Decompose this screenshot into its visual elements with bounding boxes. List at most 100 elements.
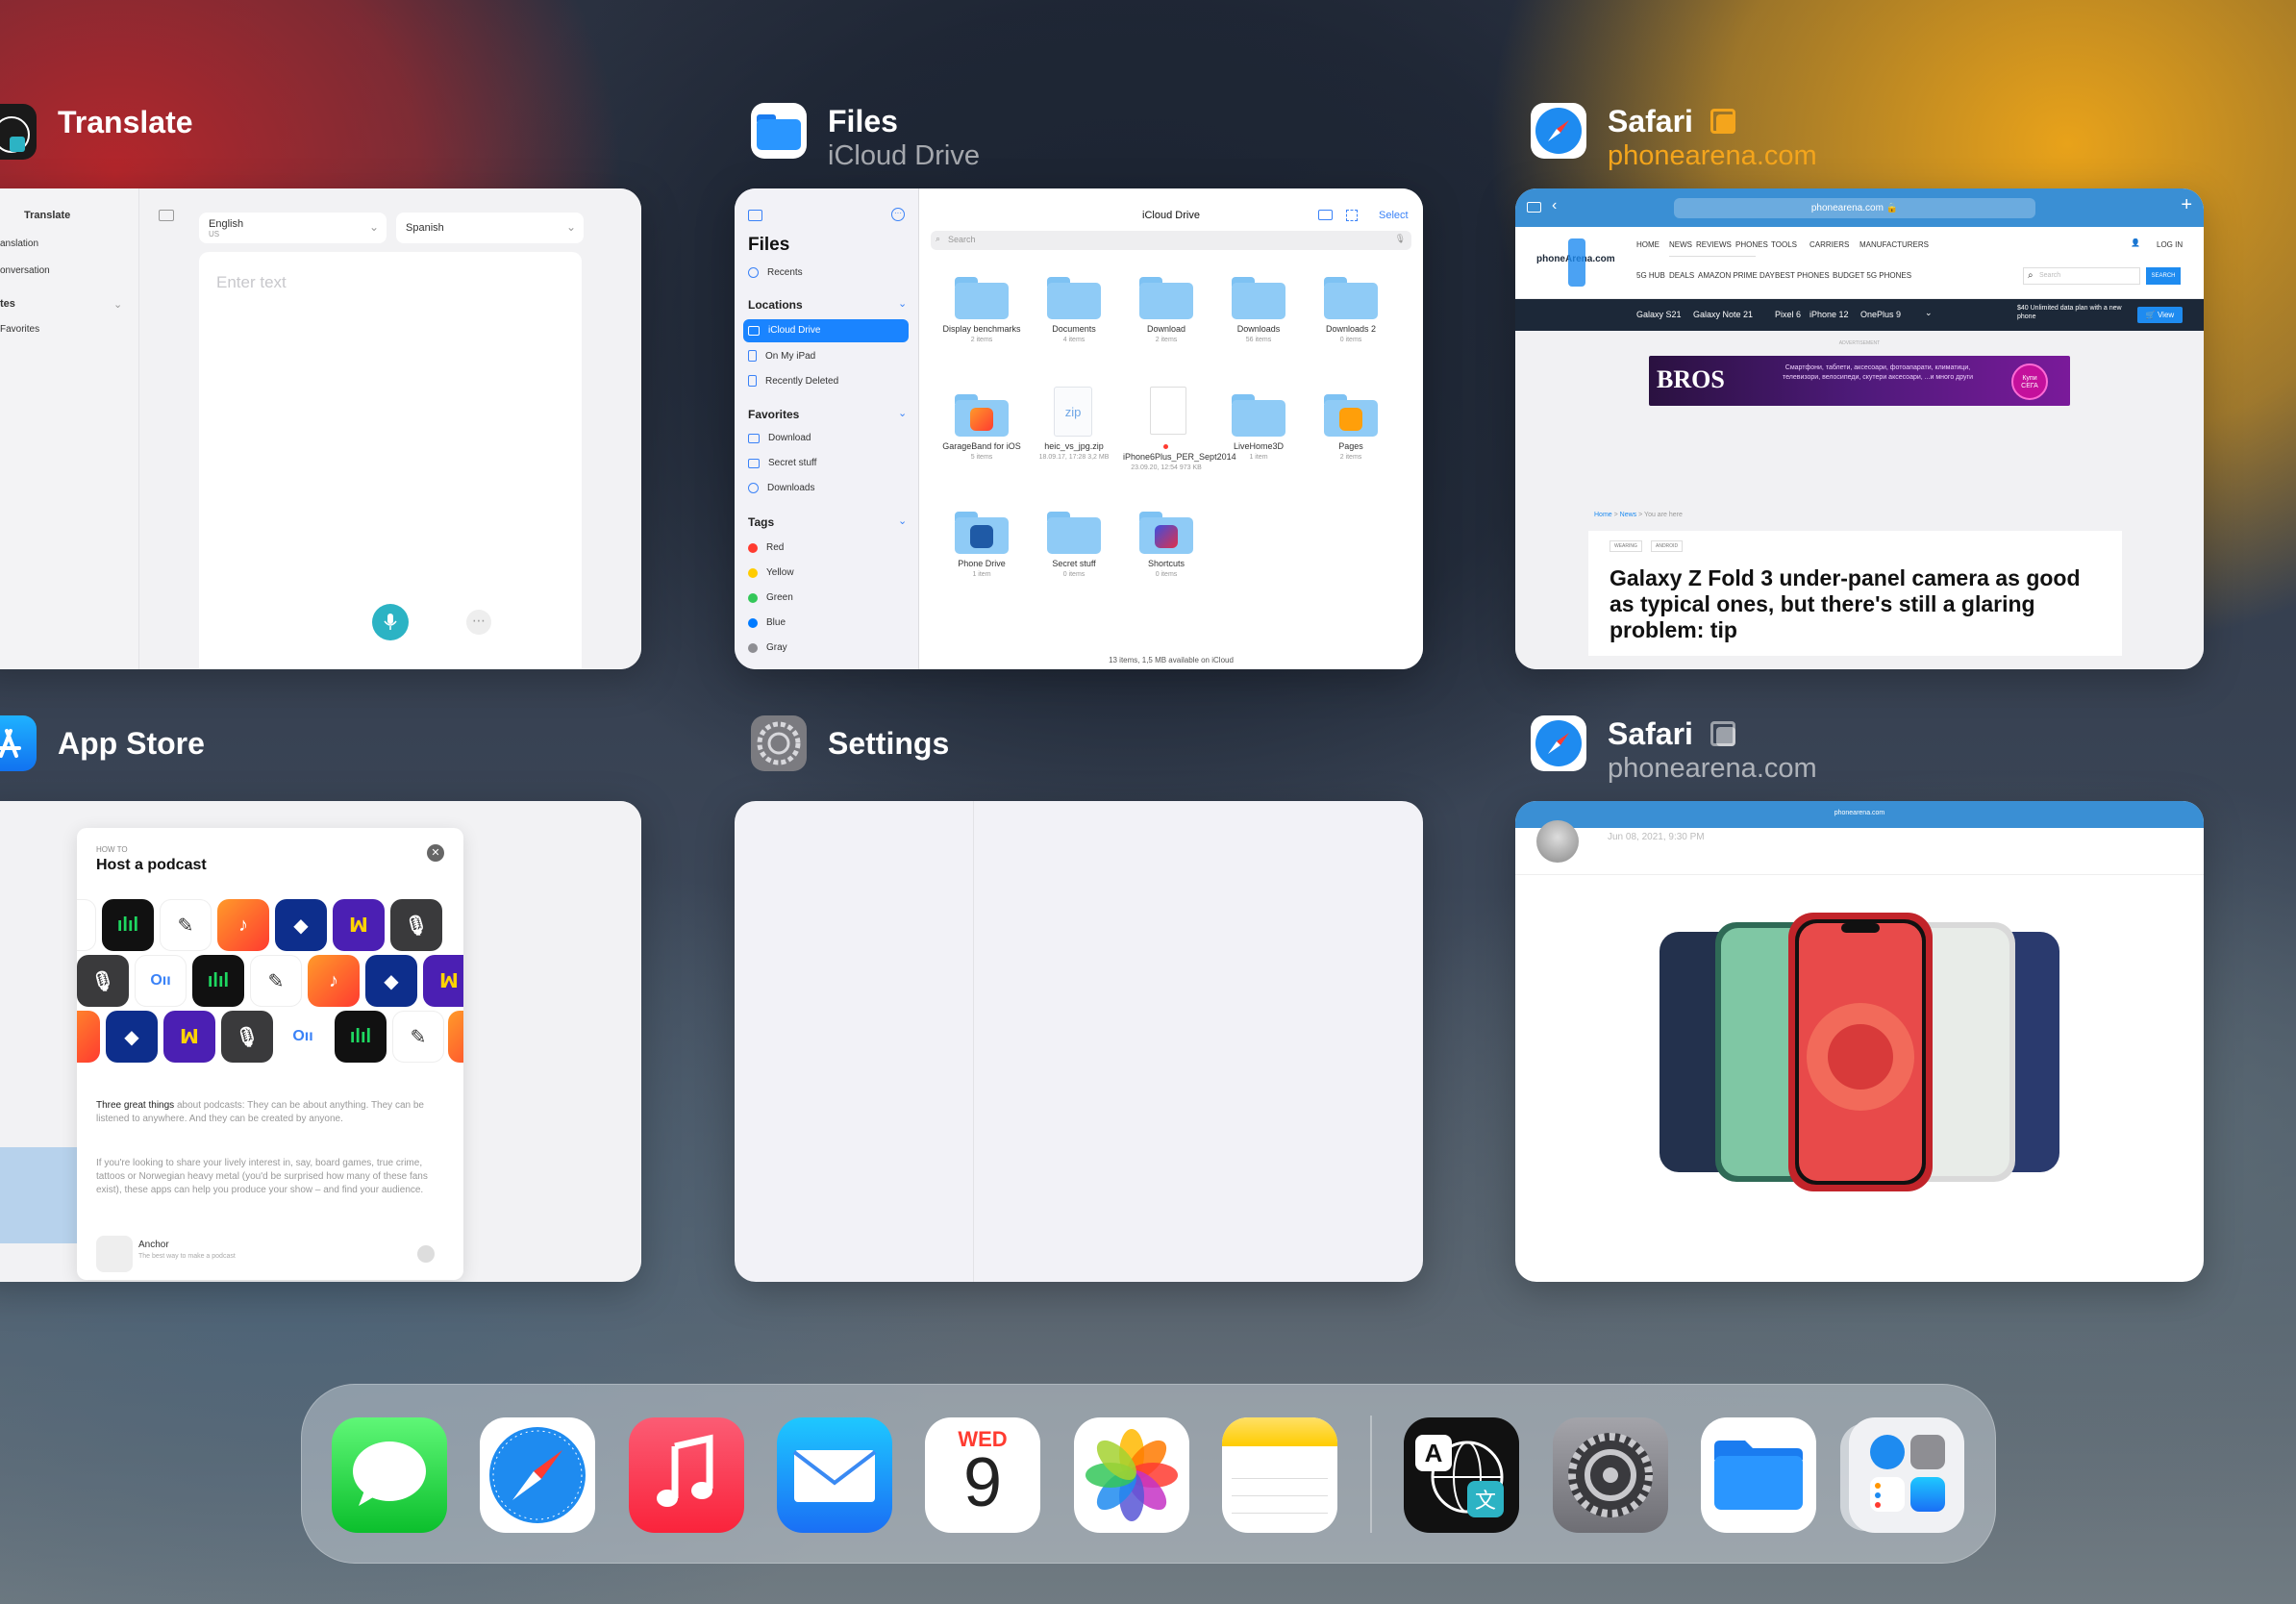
search-field[interactable]: ⌕ Search 🎙 [931, 231, 1411, 250]
translate-card-header[interactable]: Translate [0, 104, 193, 160]
nav-reviews[interactable]: REVIEWS [1696, 240, 1732, 249]
url-text[interactable]: phonearena.com [1515, 810, 2204, 816]
safari-thumbnail-1[interactable]: ‹ phonearena.com 🔒 + phoneArena.com HOME… [1515, 188, 2204, 669]
close-button[interactable]: ✕ [427, 844, 444, 862]
folder-shortcuts[interactable] [1139, 512, 1193, 554]
chevron-down-icon[interactable]: ⌄ [1925, 308, 1933, 318]
sidebar-item-conversation[interactable]: onversation [0, 265, 50, 276]
folder-pages[interactable] [1324, 394, 1378, 437]
notes-icon[interactable] [1222, 1417, 1337, 1533]
sidebar-item-favorites[interactable]: Favorites [0, 324, 39, 335]
breadcrumb-home[interactable]: Home [1594, 512, 1612, 518]
messages-icon[interactable] [332, 1417, 447, 1533]
settings-card-header[interactable]: Settings [751, 715, 949, 771]
translate-text-area[interactable]: Enter text ⋯ [199, 252, 582, 669]
nav-carriers[interactable]: CARRIERS [1809, 240, 1849, 249]
subnav-prime-day[interactable]: AMAZON PRIME DAY [1698, 271, 1775, 280]
article-tag[interactable]: WEARING [1610, 540, 1642, 552]
trending-oneplus-9[interactable]: OnePlus 9 [1860, 310, 1901, 319]
subnav-5g-hub[interactable]: 5G HUB [1636, 271, 1665, 280]
settings-icon[interactable] [1553, 1417, 1668, 1533]
source-language-select[interactable]: English US ⌄ [199, 213, 387, 243]
back-icon[interactable]: ‹ [1552, 197, 1557, 214]
article-card[interactable]: WEARING ANDROID Galaxy Z Fold 3 under-pa… [1588, 531, 2122, 656]
appstore-thumbnail[interactable]: HOW TO Host a podcast ✕ ıl ılıl ✎ ♪ ◆ ꟽ … [0, 801, 641, 1282]
settings-thumbnail[interactable] [735, 801, 1423, 1282]
folder-downloads[interactable] [1232, 277, 1285, 319]
subnav-deals[interactable]: DEALS [1669, 271, 1694, 280]
music-icon[interactable] [629, 1417, 744, 1533]
sidebar-item-recently-deleted[interactable]: Recently Deleted [748, 375, 838, 387]
sidebar-toggle-icon[interactable] [1527, 202, 1541, 213]
files-icon[interactable] [1701, 1417, 1816, 1533]
pdf-file[interactable] [1150, 387, 1186, 435]
safari-card-header-2[interactable]: Safari phonearena.com [1531, 715, 1817, 785]
nav-tools[interactable]: TOOLS [1771, 240, 1797, 249]
zip-file[interactable]: zip [1054, 387, 1092, 437]
sidebar-item-downloads[interactable]: Downloads [748, 483, 814, 493]
tag-blue[interactable]: Blue [748, 617, 786, 628]
mail-icon[interactable] [777, 1417, 892, 1533]
sidebar-toggle-icon[interactable] [748, 210, 762, 221]
app-library-icon[interactable] [1849, 1417, 1964, 1533]
safari-icon[interactable] [480, 1417, 595, 1533]
sidebar-item-secret-stuff[interactable]: Secret stuff [748, 458, 816, 468]
trending-galaxy-s21[interactable]: Galaxy S21 [1636, 310, 1682, 319]
files-thumbnail[interactable]: ··· Files Recents Locations ⌄ iCloud Dri… [735, 188, 1423, 669]
translate-thumbnail[interactable]: Translate anslation onversation tes ⌄ Fa… [0, 188, 641, 669]
safari-card-header-1[interactable]: Safari phonearena.com [1531, 103, 1817, 172]
folder-secret-stuff[interactable] [1047, 512, 1101, 554]
nav-phones[interactable]: PHONES [1735, 240, 1768, 249]
folder-documents[interactable] [1047, 277, 1101, 319]
folder-garageband[interactable] [955, 394, 1009, 437]
breadcrumb-news[interactable]: News [1620, 512, 1637, 518]
folder-livehome3d[interactable] [1232, 394, 1285, 437]
chevron-down-icon[interactable]: ⌄ [898, 407, 907, 419]
more-options-button[interactable]: ⋯ [466, 610, 491, 635]
sidebar-item-download[interactable]: Download [748, 433, 811, 443]
tag-yellow[interactable]: Yellow [748, 567, 794, 578]
more-icon[interactable]: ··· [891, 208, 905, 221]
photos-icon[interactable] [1074, 1417, 1189, 1533]
sidebar-item-translation[interactable]: anslation [0, 238, 38, 249]
translate-icon[interactable]: A文 [1404, 1417, 1519, 1533]
tag-gray[interactable]: Gray [748, 642, 787, 653]
new-folder-icon[interactable] [1318, 210, 1333, 220]
download-progress-icon[interactable] [417, 1245, 435, 1263]
trending-galaxy-note-21[interactable]: Galaxy Note 21 [1693, 310, 1753, 319]
grid-view-icon[interactable] [1346, 210, 1358, 221]
folder-phone-drive[interactable] [955, 512, 1009, 554]
folder-display-benchmarks[interactable] [955, 277, 1009, 319]
chevron-down-icon[interactable]: ⌄ [113, 298, 122, 311]
ad-banner[interactable]: BROS Смартфони, таблети, аксесоари, фото… [1649, 356, 2070, 406]
nav-home[interactable]: HOME [1636, 240, 1660, 249]
address-bar[interactable]: phonearena.com 🔒 [1674, 198, 2035, 218]
select-button[interactable]: Select [1379, 210, 1409, 221]
subnav-best-phones[interactable]: BEST PHONES [1775, 271, 1830, 280]
search-input[interactable]: ⌕ Search [2023, 267, 2140, 285]
files-card-header[interactable]: Files iCloud Drive [751, 103, 980, 172]
safari-thumbnail-2[interactable]: phonearena.com Jun 08, 2021, 9:30 PM [1515, 801, 2204, 1282]
new-tab-icon[interactable]: + [2181, 194, 2192, 216]
ad-cta[interactable]: Купи СЕГА [2011, 363, 2048, 400]
chevron-down-icon[interactable]: ⌄ [898, 514, 907, 527]
appstore-card-header[interactable]: App Store [0, 715, 205, 771]
login-link[interactable]: LOG IN [2157, 240, 2183, 249]
chevron-down-icon[interactable]: ⌄ [898, 297, 907, 310]
article-tag[interactable]: ANDROID [1651, 540, 1684, 552]
target-language-select[interactable]: Spanish ⌄ [396, 213, 584, 243]
sidebar-item-recents[interactable]: Recents [748, 267, 803, 278]
folder-downloads-2[interactable] [1324, 277, 1378, 319]
user-icon[interactable]: 👤 [2131, 238, 2140, 247]
sidebar-toggle-icon[interactable] [159, 210, 174, 221]
microphone-button[interactable] [372, 604, 409, 640]
story-card[interactable]: HOW TO Host a podcast ✕ ıl ılıl ✎ ♪ ◆ ꟽ … [77, 828, 463, 1280]
nav-news[interactable]: NEWS [1669, 240, 1692, 249]
folder-download[interactable] [1139, 277, 1193, 319]
calendar-icon[interactable]: WED 9 [925, 1417, 1040, 1533]
trending-iphone-12[interactable]: iPhone 12 [1809, 310, 1849, 319]
trending-pixel-6[interactable]: Pixel 6 [1775, 310, 1801, 319]
featured-app-row[interactable]: Anchor The best way to make a podcast [96, 1236, 444, 1274]
subnav-budget-5g[interactable]: BUDGET 5G PHONES [1833, 271, 1911, 280]
sidebar-item-on-my-ipad[interactable]: On My iPad [748, 350, 815, 362]
